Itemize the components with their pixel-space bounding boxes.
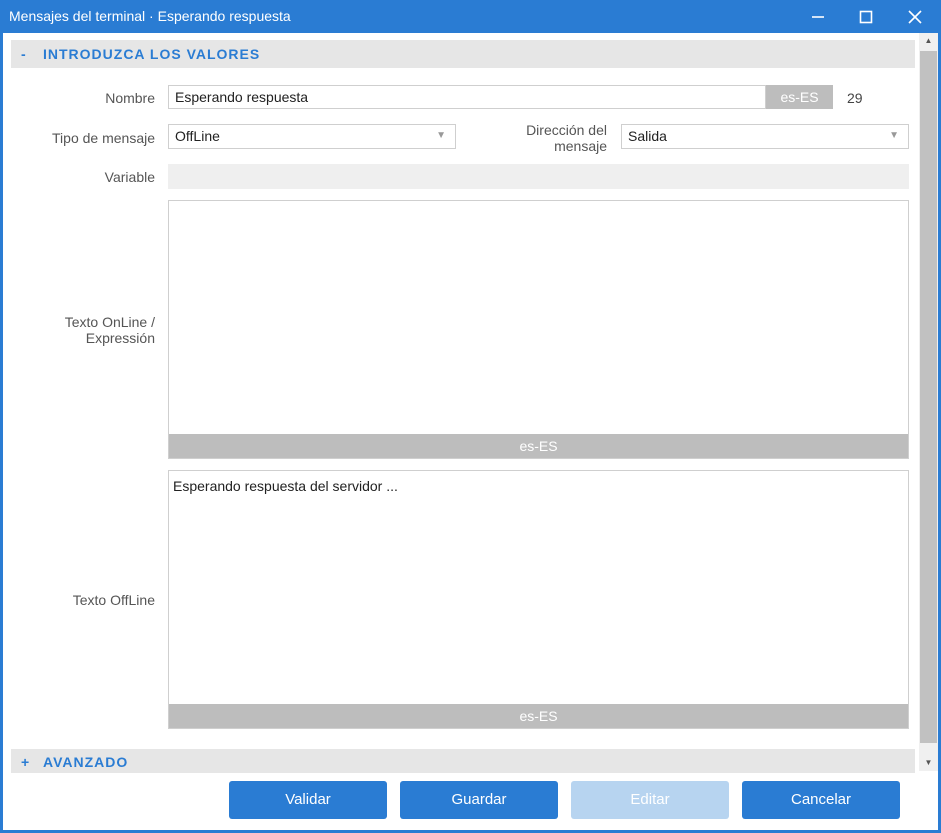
vertical-scrollbar[interactable]: ▲ ▼ (919, 33, 938, 771)
texto-offline-value: Esperando respuesta del servidor ... (173, 478, 398, 494)
direccion-mensaje-value: Salida (628, 128, 667, 144)
texto-online-textarea[interactable]: es-ES (168, 200, 909, 459)
chevron-down-icon: ▼ (889, 130, 899, 141)
minimize-icon (812, 15, 824, 18)
direccion-mensaje-select[interactable]: Salida ▼ (621, 124, 909, 149)
close-icon (908, 9, 922, 24)
texto-offline-label: Texto OffLine (72, 592, 155, 608)
direccion-label: Dirección del mensaje (526, 122, 607, 154)
guardar-button[interactable]: Guardar (400, 781, 558, 819)
variable-label: Variable (104, 169, 155, 185)
title-bar: Mensajes del terminal · Esperando respue… (0, 0, 941, 33)
texto-online-lang-tag: es-ES (169, 434, 908, 458)
nombre-char-count: 29 (847, 90, 863, 106)
minimize-button[interactable] (794, 0, 842, 33)
tipo-mensaje-label: Tipo de mensaje (52, 130, 155, 146)
direccion-label-line1: Dirección del (526, 122, 607, 138)
section-values-title: INTRODUZCA LOS VALORES (43, 46, 261, 62)
texto-online-label: Texto OnLine / Expressión (65, 314, 155, 346)
scrollbar-thumb[interactable] (920, 51, 937, 743)
chevron-down-icon: ▼ (436, 130, 446, 141)
nombre-input[interactable]: Esperando respuesta (168, 85, 766, 109)
texto-offline-textarea[interactable]: Esperando respuesta del servidor ... es-… (168, 470, 909, 729)
maximize-icon (859, 10, 873, 23)
dialog-window: Mensajes del terminal · Esperando respue… (0, 0, 941, 833)
texto-online-label-line2: Expressión (85, 330, 155, 346)
texto-online-label-line1: Texto OnLine / (64, 314, 155, 330)
cancelar-button[interactable]: Cancelar (742, 781, 900, 819)
close-button[interactable] (891, 0, 939, 33)
nombre-label: Nombre (105, 90, 155, 106)
window-title: Mensajes del terminal · Esperando respue… (9, 8, 291, 24)
scroll-down-icon[interactable]: ▼ (919, 755, 938, 771)
tipo-mensaje-select[interactable]: OffLine ▼ (168, 124, 456, 149)
section-values-header[interactable]: - INTRODUZCA LOS VALORES (11, 40, 915, 68)
editar-button[interactable]: Editar (571, 781, 729, 819)
nombre-lang-tag: es-ES (766, 85, 833, 109)
expand-toggle: + (21, 754, 31, 770)
texto-offline-lang-tag: es-ES (169, 704, 908, 728)
form-content: - INTRODUZCA LOS VALORES Nombre Esperand… (8, 33, 918, 773)
scroll-up-icon[interactable]: ▲ (919, 33, 938, 49)
maximize-button[interactable] (842, 0, 890, 33)
variable-field (168, 164, 909, 189)
validar-button[interactable]: Validar (229, 781, 387, 819)
collapse-toggle: - (21, 46, 27, 62)
tipo-mensaje-value: OffLine (175, 128, 220, 144)
direccion-label-line2: mensaje (554, 138, 607, 154)
section-advanced-title: AVANZADO (43, 754, 129, 770)
section-advanced-header[interactable]: + AVANZADO (11, 749, 915, 773)
